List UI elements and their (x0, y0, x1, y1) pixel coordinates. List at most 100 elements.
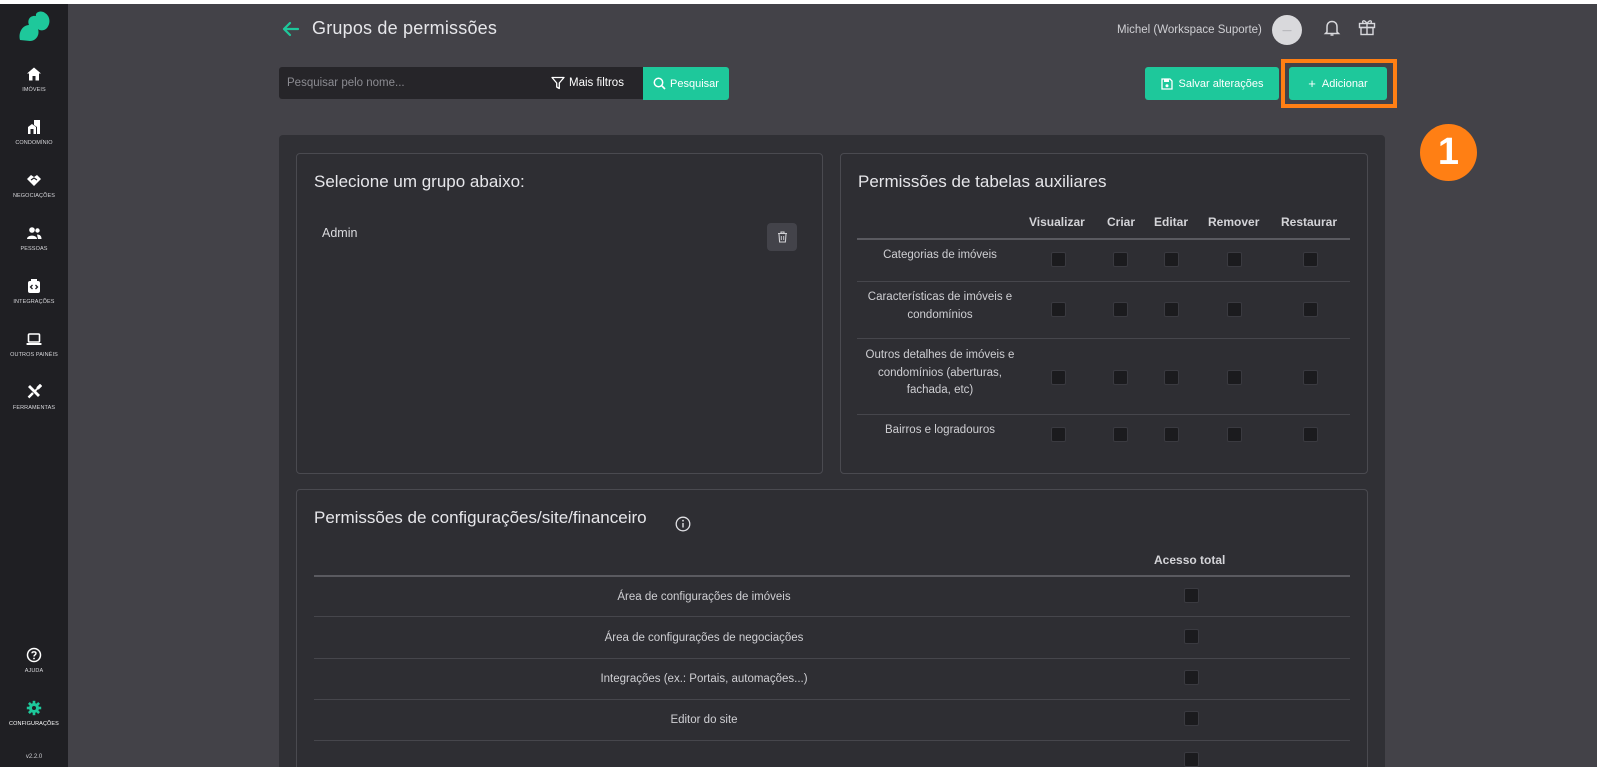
search-box: Mais filtros (279, 67, 643, 99)
checkbox-bairros-restaurar[interactable] (1303, 427, 1318, 442)
config-row-label: Editor do site (670, 714, 738, 726)
sidebar-item-ajuda[interactable]: AJUDA (0, 645, 68, 693)
search-icon (653, 77, 666, 90)
gear-icon (26, 700, 42, 716)
back-arrow-icon[interactable] (281, 19, 301, 39)
column-editar: Editar (1154, 215, 1189, 229)
version-label: v2.2.0 (25, 754, 43, 760)
checkbox-outros-detalhes-restaurar[interactable] (1303, 370, 1318, 385)
avatar[interactable]: — (1272, 15, 1302, 45)
integration-icon (28, 279, 40, 293)
checkbox-categorias-editar[interactable] (1164, 252, 1179, 267)
column-visualizar: Visualizar (1029, 215, 1085, 229)
sidebar-item-ferramentas[interactable]: FERRAMENTAS (0, 382, 68, 430)
row-divider (314, 658, 1350, 659)
column-restaurar: Restaurar (1281, 215, 1338, 229)
sidebar-item-label: FERRAMENTAS (12, 405, 56, 411)
home-icon (27, 67, 41, 81)
gift-icon[interactable] (1358, 18, 1376, 36)
aux-permissions-title: Permissões de tabelas auxiliares (858, 172, 1107, 191)
checkbox-outros-detalhes-visualizar[interactable] (1051, 370, 1066, 385)
checkbox-bairros-editar[interactable] (1164, 427, 1179, 442)
delete-group-button[interactable] (767, 223, 797, 251)
add-button-label: Adicionar (1321, 77, 1368, 90)
trash-icon (777, 231, 787, 243)
user-name[interactable]: Michel (Workspace Suporte) (1117, 24, 1262, 36)
checkbox-categorias-restaurar[interactable] (1303, 252, 1318, 267)
squirrel-logo-icon[interactable] (14, 10, 54, 46)
checkbox-outros-detalhes-remover[interactable] (1227, 370, 1242, 385)
config-row-label: Área de configurações de negociações (604, 632, 804, 644)
filter-icon (551, 76, 565, 90)
sidebar-item-configuracoes[interactable]: CONFIGURAÇÕES (0, 698, 68, 746)
checkbox-caracteristicas-visualizar[interactable] (1051, 302, 1066, 317)
settings-label: CONFIGURAÇÕES (9, 721, 59, 727)
checkbox-config-integracoes[interactable] (1184, 670, 1199, 685)
help-icon (26, 647, 42, 663)
table-header-divider (857, 238, 1350, 240)
plus-icon: + (1308, 76, 1316, 91)
save-changes-button[interactable]: Salvar alterações (1145, 67, 1279, 100)
aux-row-label: Características de imóveis e condomínios (867, 291, 1013, 321)
checkbox-categorias-remover[interactable] (1227, 252, 1242, 267)
checkbox-bairros-remover[interactable] (1227, 427, 1242, 442)
checkbox-categorias-visualizar[interactable] (1051, 252, 1066, 267)
checkbox-config-next-row[interactable] (1184, 752, 1199, 767)
config-row-label: Integrações (ex.: Portais, automações...… (600, 673, 808, 685)
aux-row-label: Outros detalhes de imóveis e condomínios… (865, 349, 1015, 396)
groups-card (296, 153, 823, 474)
app-window: IMÓVEIS CONDOMÍNIO NEGOCIAÇÕES PESSOAS I… (0, 4, 1600, 767)
row-divider (314, 740, 1350, 741)
table-header-divider (314, 575, 1350, 577)
row-divider (857, 414, 1350, 415)
checkbox-categorias-criar[interactable] (1113, 252, 1128, 267)
sidebar-item-pessoas[interactable]: PESSOAS (0, 223, 68, 271)
checkbox-caracteristicas-criar[interactable] (1113, 302, 1128, 317)
checkbox-caracteristicas-restaurar[interactable] (1303, 302, 1318, 317)
checkbox-outros-detalhes-criar[interactable] (1113, 370, 1128, 385)
sidebar-item-label: INTEGRAÇÕES (13, 299, 55, 305)
bell-icon[interactable] (1323, 18, 1341, 38)
search-button-label: Pesquisar (670, 77, 719, 90)
sidebar-item-negociacoes[interactable]: NEGOCIAÇÕES (0, 170, 68, 218)
checkbox-config-negociacoes[interactable] (1184, 629, 1199, 644)
handshake-icon (27, 175, 41, 186)
checkbox-caracteristicas-editar[interactable] (1164, 302, 1179, 317)
group-item-admin[interactable]: Admin (322, 226, 357, 240)
checkbox-bairros-criar[interactable] (1113, 427, 1128, 442)
row-divider (857, 338, 1350, 339)
tools-icon (27, 384, 42, 399)
laptop-icon (26, 333, 42, 345)
checkbox-config-editor-site[interactable] (1184, 711, 1199, 726)
sidebar-item-imoveis[interactable]: IMÓVEIS (0, 64, 68, 112)
sidebar-item-label: PESSOAS (20, 246, 48, 252)
search-button[interactable]: Pesquisar (643, 67, 729, 100)
sidebar: IMÓVEIS CONDOMÍNIO NEGOCIAÇÕES PESSOAS I… (0, 4, 68, 767)
sidebar-item-outros-paineis[interactable]: OUTROS PAINÉIS (0, 329, 68, 377)
sidebar-item-label: IMÓVEIS (22, 87, 46, 93)
column-criar: Criar (1107, 215, 1136, 229)
aux-row-label: Bairros e logradouros (885, 424, 995, 436)
sidebar-item-label: NEGOCIAÇÕES (12, 193, 56, 199)
search-input[interactable] (279, 67, 529, 99)
info-icon[interactable] (675, 516, 691, 532)
add-button[interactable]: + Adicionar (1289, 67, 1387, 100)
sidebar-item-label: OUTROS PAINÉIS (10, 352, 58, 358)
sidebar-item-condominio[interactable]: CONDOMÍNIO (0, 117, 68, 165)
column-remover: Remover (1208, 215, 1260, 229)
groups-title: Selecione um grupo abaixo: (314, 172, 525, 191)
sidebar-item-integracoes[interactable]: INTEGRAÇÕES (0, 276, 68, 324)
more-filters-button[interactable]: Mais filtros (551, 67, 624, 99)
checkbox-bairros-visualizar[interactable] (1051, 427, 1066, 442)
step-number-badge: 1 (1420, 124, 1477, 181)
avatar-text: — (1282, 25, 1292, 35)
page-title: Grupos de permissões (312, 18, 498, 38)
save-changes-label: Salvar alterações (1178, 77, 1264, 90)
checkbox-caracteristicas-remover[interactable] (1227, 302, 1242, 317)
column-acesso-total: Acesso total (1154, 553, 1226, 567)
checkbox-outros-detalhes-editar[interactable] (1164, 370, 1179, 385)
checkbox-config-imoveis[interactable] (1184, 588, 1199, 603)
floppy-disk-icon (1160, 77, 1173, 90)
config-row-label: Área de configurações de imóveis (617, 591, 791, 603)
people-icon (27, 227, 42, 239)
